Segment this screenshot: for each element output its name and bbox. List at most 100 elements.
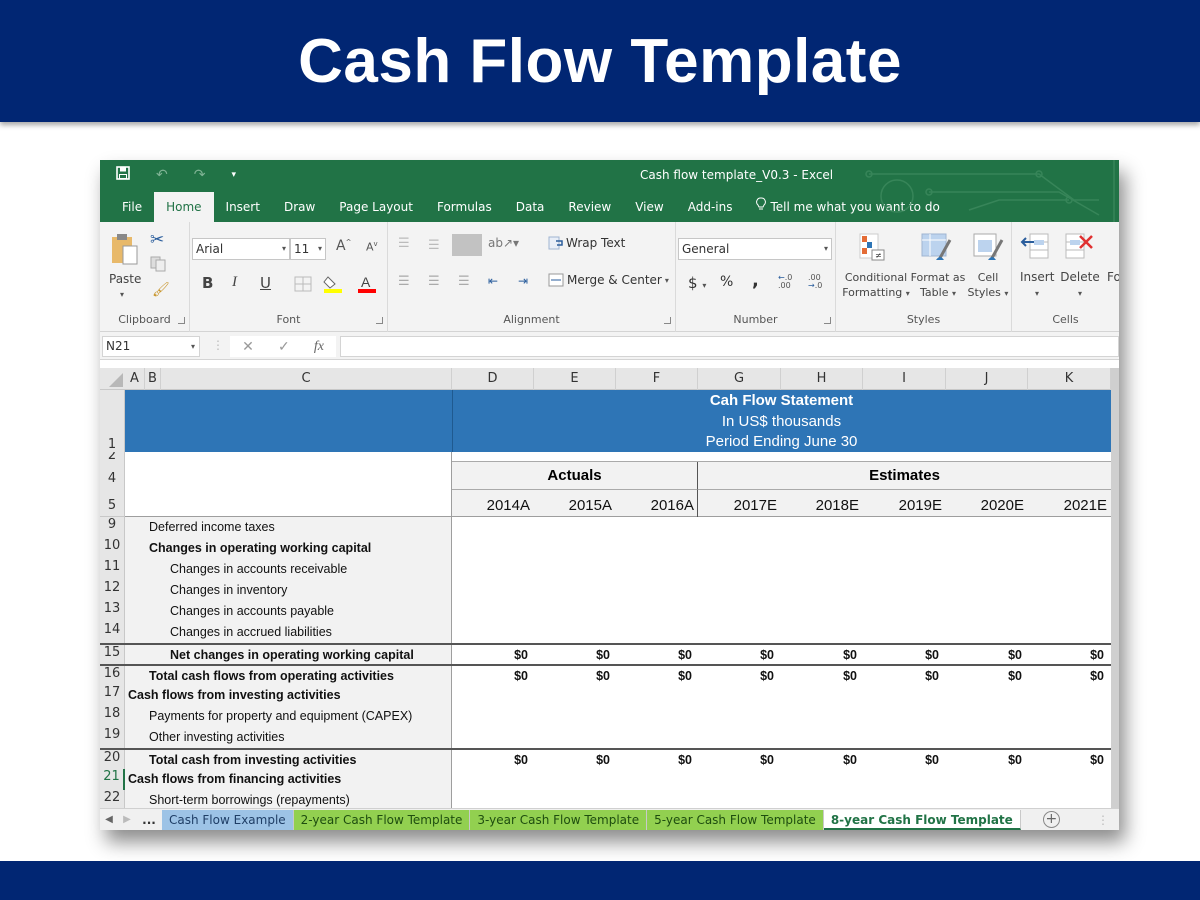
more-sheets-button[interactable]: ...: [136, 813, 162, 827]
row-label-cell[interactable]: Changes in inventory: [125, 580, 452, 601]
font-size-select[interactable]: 11 ▾: [290, 238, 326, 260]
row-values[interactable]: [452, 580, 1111, 601]
align-center-icon[interactable]: ☰: [428, 274, 440, 289]
value-cell[interactable]: $0: [863, 666, 945, 687]
tab-page-layout[interactable]: Page Layout: [327, 192, 425, 222]
cancel-icon[interactable]: ✕: [242, 338, 254, 355]
tab-view[interactable]: View: [623, 192, 675, 222]
col-header-e[interactable]: E: [534, 368, 616, 390]
decrease-indent-icon[interactable]: ⇤: [488, 274, 498, 288]
row-values[interactable]: [452, 517, 1111, 538]
row-label-cell[interactable]: Net changes in operating working capital: [125, 645, 452, 664]
row-header[interactable]: 15: [100, 645, 125, 664]
conditional-formatting-button[interactable]: Conditional Formatting ▾: [841, 270, 911, 301]
tab-file[interactable]: File: [110, 192, 154, 222]
align-right-icon[interactable]: ☰: [458, 274, 470, 289]
row-label-cell[interactable]: Changes in accounts receivable: [125, 559, 452, 580]
enter-icon[interactable]: ✓: [278, 338, 290, 355]
orientation-icon[interactable]: ab↗▾: [488, 236, 519, 250]
row-header[interactable]: 12: [100, 580, 125, 601]
tab-split-handle[interactable]: ⋮: [1097, 813, 1109, 827]
col-header-c[interactable]: C: [161, 368, 452, 390]
value-cell[interactable]: $0: [452, 750, 534, 771]
col-header-b[interactable]: B: [145, 368, 161, 390]
col-header-h[interactable]: H: [781, 368, 863, 390]
italic-button[interactable]: I: [232, 274, 237, 291]
currency-button[interactable]: $ ▾: [688, 274, 706, 292]
redo-icon[interactable]: ↷: [194, 166, 206, 183]
row-values[interactable]: [452, 685, 1111, 706]
row-label-cell[interactable]: Total cash flows from operating activiti…: [125, 666, 452, 685]
value-cell[interactable]: $0: [452, 666, 534, 687]
sheet-tab-5-year[interactable]: 5-year Cash Flow Template: [647, 809, 824, 830]
row-header[interactable]: 17: [100, 685, 125, 706]
cut-icon[interactable]: ✂: [150, 230, 164, 250]
value-cell[interactable]: $0: [452, 645, 534, 666]
decrease-decimal-button[interactable]: .00 →.0: [808, 274, 826, 290]
row-values[interactable]: [452, 559, 1111, 580]
tab-home[interactable]: Home: [154, 192, 214, 222]
prev-sheet-icon[interactable]: ◀: [100, 814, 118, 825]
value-cell[interactable]: $0: [946, 666, 1028, 687]
paste-dropdown-icon[interactable]: ▾: [120, 290, 124, 299]
paste-button[interactable]: [110, 232, 140, 269]
font-launcher-icon[interactable]: [376, 317, 383, 324]
format-as-table-button[interactable]: Format as Table ▾: [910, 270, 966, 301]
value-cell[interactable]: $0: [781, 645, 863, 666]
value-cell[interactable]: $0: [534, 666, 616, 687]
row-label-cell[interactable]: Deferred income taxes: [125, 517, 452, 538]
row-header[interactable]: 16: [100, 666, 125, 685]
tab-formulas[interactable]: Formulas: [425, 192, 504, 222]
row-label-cell[interactable]: Other investing activities: [125, 727, 452, 748]
tab-add-ins[interactable]: Add-ins: [676, 192, 745, 222]
percent-button[interactable]: %: [720, 274, 733, 290]
increase-decimal-button[interactable]: ←.0.00: [778, 274, 796, 290]
row-header-2[interactable]: 2: [100, 452, 125, 462]
value-cell[interactable]: $0: [946, 645, 1028, 666]
name-box[interactable]: N21 ▾: [102, 336, 200, 357]
col-header-g[interactable]: G: [698, 368, 781, 390]
vertical-scrollbar[interactable]: [1111, 368, 1119, 808]
value-cell[interactable]: $0: [616, 750, 698, 771]
row-values[interactable]: $0 $0 $0 $0 $0 $0 $0 $0: [452, 645, 1111, 664]
insert-function-icon[interactable]: fx: [314, 339, 324, 355]
row-label-cell[interactable]: Payments for property and equipment (CAP…: [125, 706, 452, 727]
col-header-i[interactable]: I: [863, 368, 946, 390]
row-header[interactable]: 10: [100, 538, 125, 559]
row-label-cell[interactable]: Changes in accounts payable: [125, 601, 452, 622]
paste-label[interactable]: Paste: [109, 272, 141, 286]
row-values[interactable]: [452, 727, 1111, 748]
sheet-tab-8-year[interactable]: 8-year Cash Flow Template: [823, 809, 1021, 830]
align-left-icon[interactable]: ☰: [398, 274, 410, 289]
row-values[interactable]: [452, 769, 1111, 790]
cell-styles-icon[interactable]: [972, 232, 1004, 265]
borders-button[interactable]: [294, 276, 312, 295]
formula-input[interactable]: [340, 336, 1119, 357]
formula-bar-grip-icon[interactable]: ⋮: [212, 338, 224, 352]
row-values[interactable]: [452, 706, 1111, 727]
tab-review[interactable]: Review: [556, 192, 623, 222]
row-values[interactable]: $0 $0 $0 $0 $0 $0 $0 $0: [452, 666, 1111, 685]
row-header[interactable]: 18: [100, 706, 125, 727]
col-header-d[interactable]: D: [452, 368, 534, 390]
value-cell[interactable]: $0: [1028, 750, 1110, 771]
value-cell[interactable]: $0: [863, 750, 945, 771]
row-header-4[interactable]: 4: [100, 462, 125, 490]
format-as-table-icon[interactable]: [920, 232, 952, 265]
row-header-5[interactable]: 5: [100, 490, 125, 517]
value-cell[interactable]: $0: [616, 645, 698, 666]
row-header[interactable]: 13: [100, 601, 125, 622]
col-header-f[interactable]: F: [616, 368, 698, 390]
insert-cells-icon[interactable]: [1020, 232, 1050, 265]
sheet-tab-2-year[interactable]: 2-year Cash Flow Template: [293, 809, 471, 830]
value-cell[interactable]: $0: [1028, 645, 1110, 666]
merge-center-button[interactable]: Merge & Center ▾: [548, 273, 669, 287]
value-cell[interactable]: $0: [698, 645, 780, 666]
sheet-tab-3-year[interactable]: 3-year Cash Flow Template: [470, 809, 648, 830]
align-top-icon[interactable]: ☰: [398, 236, 410, 251]
tab-draw[interactable]: Draw: [272, 192, 327, 222]
row-label-cell[interactable]: Changes in accrued liabilities: [125, 622, 452, 643]
col-header-j[interactable]: J: [946, 368, 1028, 390]
row-values[interactable]: [452, 622, 1111, 643]
underline-button[interactable]: U: [260, 274, 271, 292]
